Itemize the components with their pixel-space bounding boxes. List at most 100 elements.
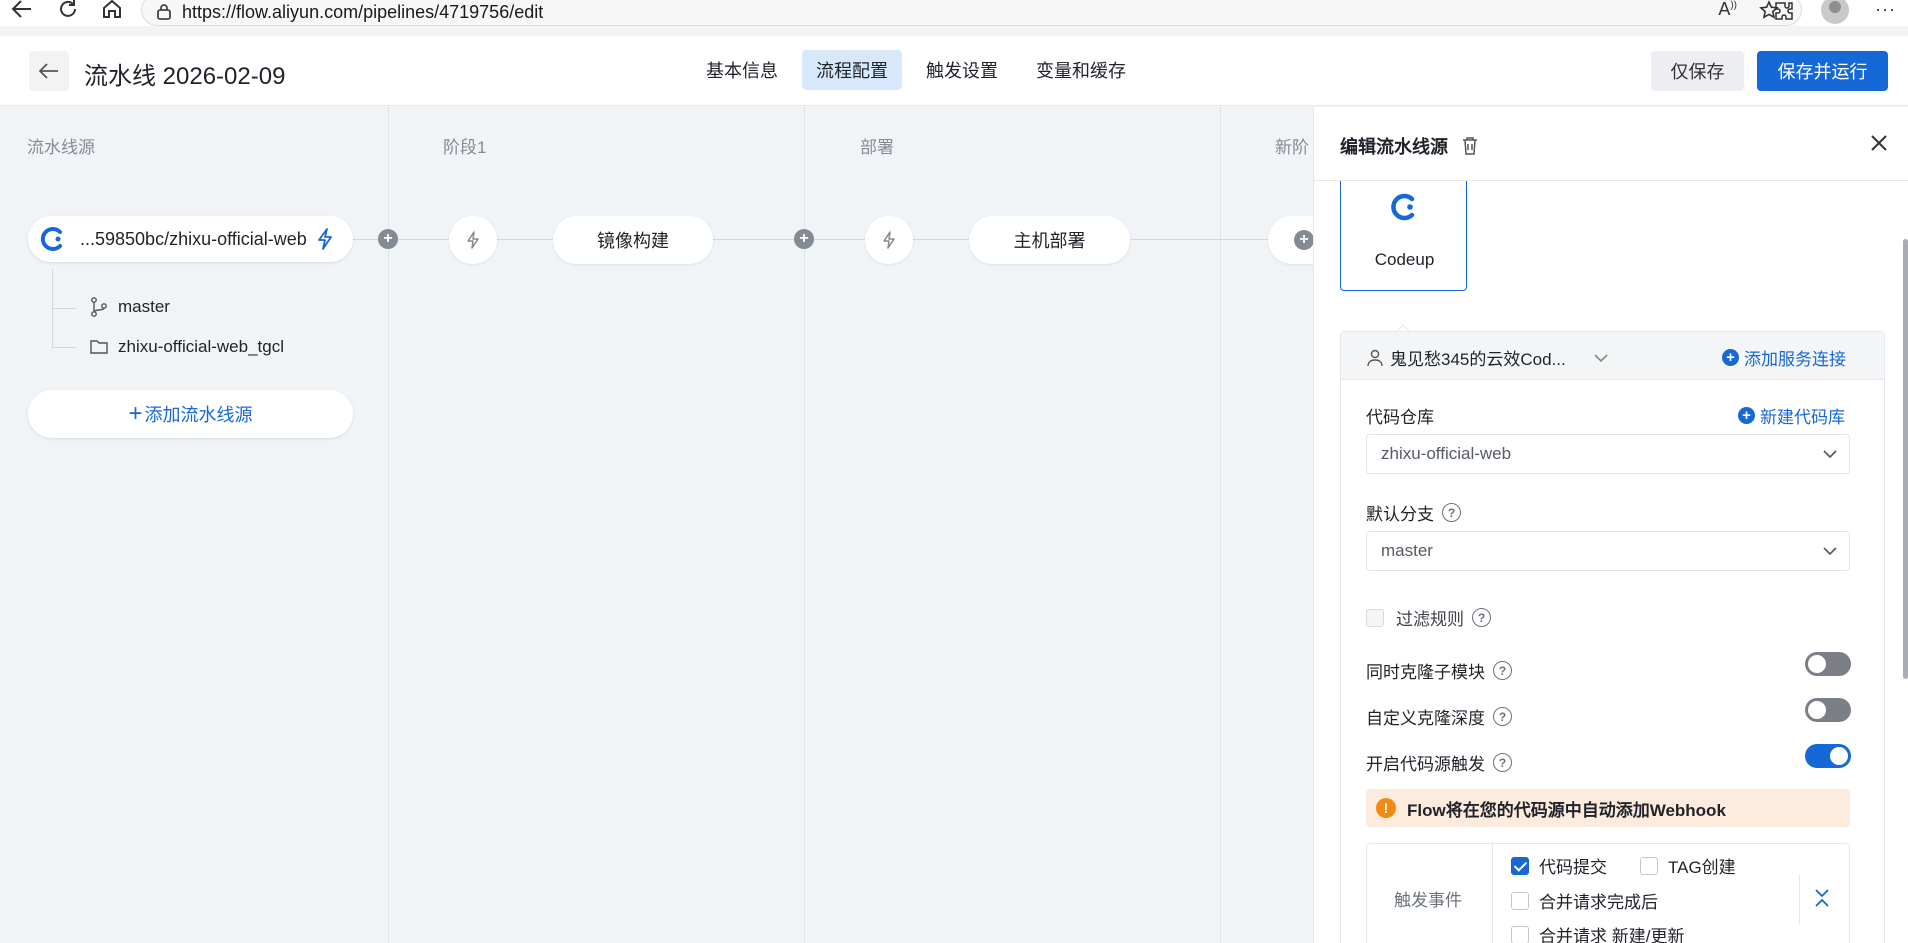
service-connection-bar: 鬼见愁345的云效Cod... + 添加服务连接 bbox=[1341, 332, 1884, 380]
pipeline-source-card[interactable]: ...59850bc/zhixu-official-web bbox=[28, 216, 353, 262]
column-title-deploy: 部署 bbox=[860, 138, 894, 157]
help-icon[interactable]: ? bbox=[1493, 707, 1512, 726]
column-title-source: 流水线源 bbox=[27, 138, 95, 157]
lightning-icon[interactable] bbox=[317, 228, 333, 250]
help-icon[interactable]: ? bbox=[1493, 753, 1512, 772]
browser-back-button[interactable] bbox=[4, 0, 40, 22]
source-branch-name: master bbox=[118, 297, 170, 316]
add-service-connection-label: 添加服务连接 bbox=[1744, 350, 1846, 369]
tab-variables-cache[interactable]: 变量和缓存 bbox=[1022, 50, 1140, 90]
trigger-events-label-cell: 触发事件 bbox=[1367, 844, 1493, 943]
toggle-clone-submodules[interactable] bbox=[1805, 652, 1851, 676]
panel-title: 编辑流水线源 bbox=[1340, 133, 1479, 159]
source-type-codeup[interactable]: Codeup bbox=[1340, 181, 1467, 291]
filter-rules-row: 过滤规则 ? bbox=[1366, 605, 1491, 630]
browser-home-button[interactable] bbox=[94, 0, 130, 22]
toggle-row-submodules: 同时克隆子模块 ? bbox=[1366, 658, 1512, 683]
close-icon[interactable] bbox=[1870, 134, 1888, 152]
default-branch-label: 默认分支 ? bbox=[1366, 500, 1461, 525]
toggle-row-clone-depth: 自定义克隆深度 ? bbox=[1366, 704, 1512, 729]
source-folder-name: zhixu-official-web_tgcl bbox=[118, 337, 284, 356]
help-icon[interactable]: ? bbox=[1472, 608, 1491, 627]
warning-icon: ! bbox=[1376, 798, 1396, 818]
event-merge-complete-checkbox[interactable] bbox=[1511, 891, 1529, 910]
column-title-stage1: 阶段1 bbox=[443, 138, 487, 157]
toggle-custom-clone-depth[interactable] bbox=[1805, 698, 1851, 722]
branch-icon bbox=[91, 297, 107, 317]
help-icon[interactable]: ? bbox=[1493, 661, 1512, 680]
connector-line bbox=[353, 239, 1313, 240]
toggle-label-submodules: 同时克隆子模块 bbox=[1366, 663, 1485, 682]
source-repo-text: ...59850bc/zhixu-official-web bbox=[80, 228, 307, 249]
tab-basic-info[interactable]: 基本信息 bbox=[692, 50, 792, 90]
url-text: https://flow.aliyun.com/pipelines/471975… bbox=[182, 1, 544, 22]
toggle-row-source-trigger: 开启代码源触发 ? bbox=[1366, 750, 1512, 775]
chevron-down-icon bbox=[1823, 547, 1837, 556]
tree-line bbox=[52, 308, 76, 309]
panel-scrollbar[interactable] bbox=[1903, 239, 1908, 679]
add-pipeline-source-button[interactable]: + 添加流水线源 bbox=[28, 390, 353, 438]
read-aloud-icon[interactable]: A)) bbox=[1718, 0, 1737, 20]
source-type-label: Codeup bbox=[1374, 250, 1435, 269]
default-branch-select[interactable]: master bbox=[1366, 531, 1850, 571]
arrow-left-icon bbox=[11, 0, 31, 18]
add-new-stage-button[interactable]: + bbox=[1268, 216, 1313, 264]
lightning-icon bbox=[467, 231, 479, 249]
column-title-new-stage[interactable]: 新阶 bbox=[1275, 133, 1309, 158]
service-connection-select[interactable]: 鬼见愁345的云效Cod... bbox=[1367, 345, 1608, 370]
event-merge-complete-label: 合并请求完成后 bbox=[1539, 893, 1658, 912]
plus-circle-icon: + bbox=[1722, 349, 1739, 366]
job-image-build[interactable]: 镜像构建 bbox=[553, 216, 713, 264]
toggle-knob bbox=[1830, 747, 1848, 765]
more-menu-icon[interactable]: ··· bbox=[1875, 0, 1896, 20]
plus-icon: + bbox=[128, 400, 143, 427]
add-stage-plus-icon[interactable]: + bbox=[378, 229, 398, 249]
job-host-deploy[interactable]: 主机部署 bbox=[969, 216, 1130, 264]
repo-select[interactable]: zhixu-official-web bbox=[1366, 434, 1850, 474]
profile-avatar[interactable] bbox=[1821, 0, 1850, 24]
help-icon[interactable]: ? bbox=[1442, 503, 1461, 522]
tab-flow-config[interactable]: 流程配置 bbox=[802, 50, 902, 90]
address-bar[interactable]: https://flow.aliyun.com/pipelines/471975… bbox=[141, 0, 1802, 26]
extensions-icon[interactable] bbox=[1773, 0, 1795, 22]
lightning-icon bbox=[883, 231, 895, 249]
filter-rules-checkbox[interactable] bbox=[1366, 608, 1384, 627]
save-and-run-button[interactable]: 保存并运行 bbox=[1757, 51, 1888, 91]
trigger-events-box: 触发事件 代码提交 TAG创建 合并请求完成后 合并请求 新建/更新 bbox=[1366, 843, 1850, 943]
event-merge-new-update-checkbox[interactable] bbox=[1511, 925, 1529, 943]
tab-trigger-settings[interactable]: 触发设置 bbox=[912, 50, 1012, 90]
event-tag-create[interactable]: TAG创建 bbox=[1640, 853, 1736, 878]
browser-reload-button[interactable] bbox=[50, 0, 86, 22]
collapse-chevron-icon[interactable] bbox=[1814, 888, 1830, 908]
edit-source-panel: 编辑流水线源 Codeup 鬼见愁345的云效Cod... + 添加服务连接 代… bbox=[1313, 107, 1908, 943]
toggle-label-source-trigger: 开启代码源触发 bbox=[1366, 755, 1485, 774]
new-repo-link[interactable]: + 新建代码库 bbox=[1738, 403, 1845, 428]
trash-icon[interactable] bbox=[1461, 136, 1479, 156]
stage-trigger-button[interactable] bbox=[449, 216, 497, 264]
chevron-down-icon bbox=[1594, 353, 1608, 362]
column-divider bbox=[1220, 107, 1221, 943]
event-merge-new-update-label: 合并请求 新建/更新 bbox=[1539, 927, 1685, 943]
event-merge-new-update[interactable]: 合并请求 新建/更新 bbox=[1511, 922, 1684, 943]
source-folder-item: zhixu-official-web_tgcl bbox=[90, 337, 284, 357]
default-branch-value: master bbox=[1381, 541, 1433, 560]
browser-toolbar: https://flow.aliyun.com/pipelines/471975… bbox=[0, 0, 1908, 26]
stage-trigger-button[interactable] bbox=[865, 216, 913, 264]
default-branch-label-text: 默认分支 bbox=[1366, 505, 1434, 524]
add-stage-plus-icon[interactable]: + bbox=[794, 229, 814, 249]
toggle-knob bbox=[1808, 655, 1826, 673]
event-code-commit[interactable]: 代码提交 bbox=[1511, 853, 1607, 878]
repo-label: 代码仓库 bbox=[1366, 408, 1434, 427]
back-button[interactable] bbox=[29, 51, 69, 91]
event-code-commit-label: 代码提交 bbox=[1539, 858, 1607, 877]
toggle-knob bbox=[1808, 701, 1826, 719]
event-tag-create-checkbox[interactable] bbox=[1640, 856, 1658, 875]
toggle-source-trigger[interactable] bbox=[1805, 744, 1851, 768]
event-code-commit-checkbox[interactable] bbox=[1511, 856, 1529, 875]
event-merge-complete[interactable]: 合并请求完成后 bbox=[1511, 888, 1658, 913]
arrow-left-icon bbox=[39, 63, 58, 79]
panel-header: 编辑流水线源 bbox=[1314, 107, 1908, 181]
save-only-button[interactable]: 仅保存 bbox=[1651, 51, 1744, 91]
add-service-connection-link[interactable]: + 添加服务连接 bbox=[1722, 345, 1846, 370]
panel-title-text: 编辑流水线源 bbox=[1340, 137, 1448, 157]
